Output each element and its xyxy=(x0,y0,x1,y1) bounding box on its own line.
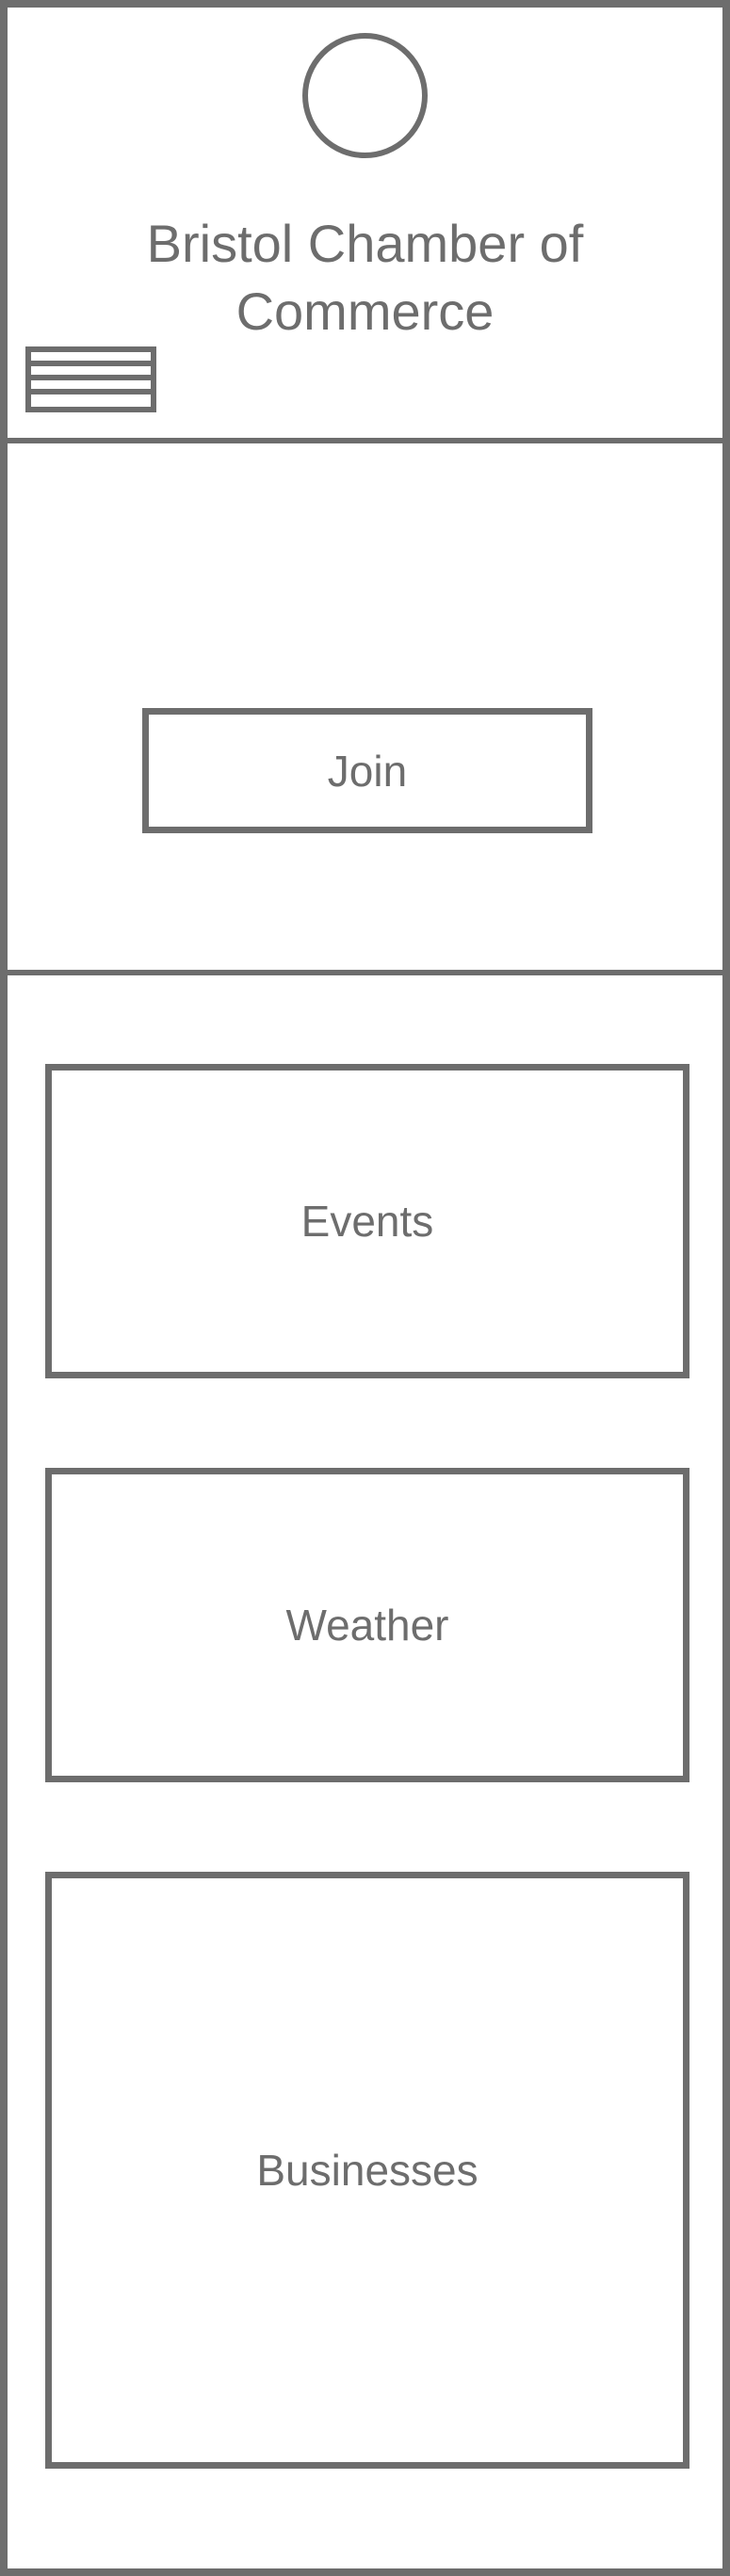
page-title: Bristol Chamber of Commerce xyxy=(146,214,584,341)
logo-circle-icon[interactable] xyxy=(302,33,428,158)
businesses-card[interactable]: Businesses xyxy=(45,1872,689,2469)
weather-card[interactable]: Weather xyxy=(45,1468,689,1782)
header-divider xyxy=(0,438,730,443)
businesses-card-label: Businesses xyxy=(256,2146,479,2195)
events-card-label: Events xyxy=(300,1197,434,1246)
join-button[interactable]: Join xyxy=(142,708,592,833)
events-card[interactable]: Events xyxy=(45,1064,689,1378)
weather-card-label: Weather xyxy=(285,1601,449,1650)
hamburger-menu-icon[interactable] xyxy=(25,346,156,412)
hero-divider xyxy=(0,970,730,975)
